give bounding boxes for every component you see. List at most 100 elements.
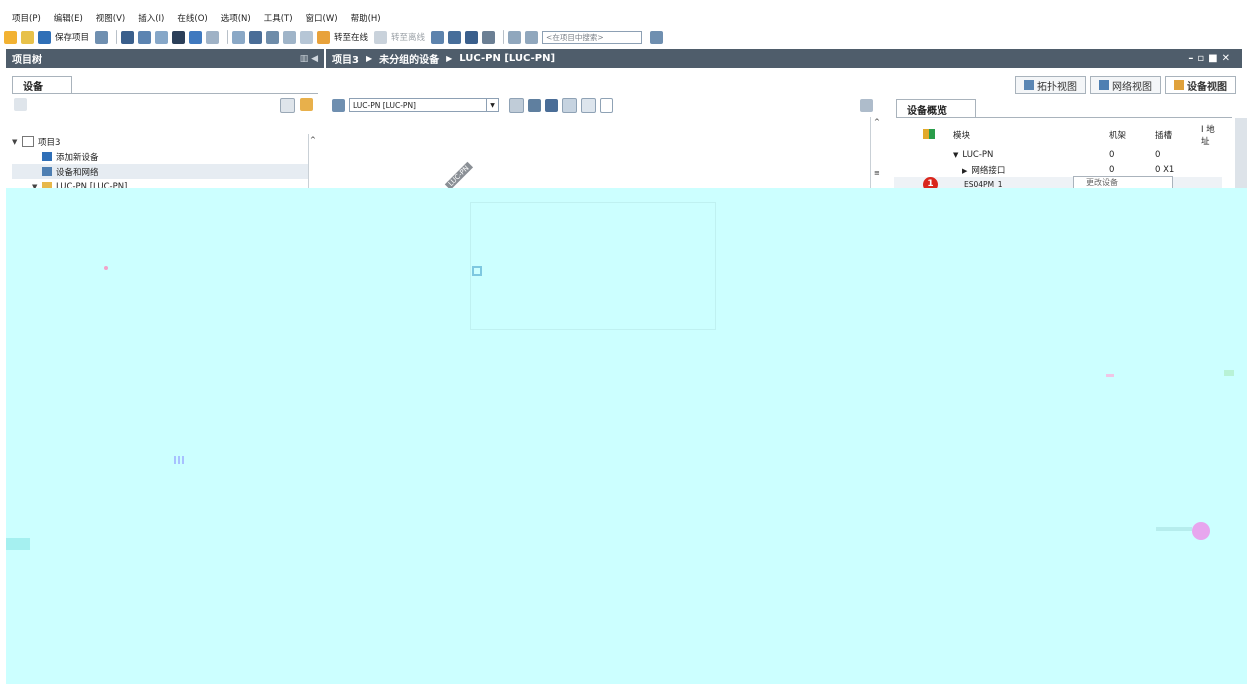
menu-tools[interactable]: 工具(T) <box>264 12 293 24</box>
corrupted-overlay <box>6 188 1247 684</box>
save-icon[interactable] <box>38 30 51 44</box>
side-task-tab[interactable] <box>1235 118 1247 188</box>
accessible-devices-icon[interactable] <box>431 30 445 44</box>
rack-cell: 0 <box>1109 164 1115 175</box>
scroll-up-icon[interactable]: ^ <box>310 136 316 144</box>
tab-device-view[interactable]: 设备视图 <box>1165 76 1236 94</box>
open-project-icon[interactable] <box>21 30 34 44</box>
canvas-device-label[interactable]: LUC-PN <box>444 162 473 190</box>
menu-online[interactable]: 在线(O) <box>177 12 207 24</box>
col-module[interactable]: 模块 <box>950 123 1106 147</box>
table-row[interactable]: ▼ LUC-PN 0 0 <box>894 147 1222 162</box>
tab-device-overview[interactable]: 设备概览 <box>896 99 976 118</box>
tree-scrollbar[interactable]: ^ <box>308 134 319 188</box>
search-icon[interactable] <box>650 30 664 44</box>
page-break-icon[interactable] <box>545 98 558 112</box>
redo-icon[interactable] <box>206 30 220 44</box>
chevron-down-icon[interactable]: ▼ <box>486 99 498 111</box>
header-icon-cell <box>920 123 950 147</box>
expand-arrow-icon[interactable]: ▶ <box>962 167 967 175</box>
new-folder-icon[interactable] <box>14 98 27 111</box>
address-cell <box>1198 147 1222 162</box>
menu-options[interactable]: 选项(N) <box>221 12 251 24</box>
print-icon[interactable] <box>95 30 109 44</box>
cross-reference-icon[interactable] <box>448 30 462 44</box>
show-labels-icon[interactable] <box>528 98 541 112</box>
menu-edit[interactable]: 编辑(E) <box>54 12 83 24</box>
undo-icon[interactable] <box>189 30 203 44</box>
breadcrumb-project[interactable]: 项目3 <box>332 51 359 66</box>
tab-topology-view[interactable]: 拓扑视图 <box>1015 76 1086 94</box>
device-select-value: LUC-PN [LUC-PN] <box>353 100 416 110</box>
copy-icon[interactable] <box>138 30 152 44</box>
tree-item-label: 设备和网络 <box>56 167 99 178</box>
upload-icon[interactable] <box>266 30 280 44</box>
list-view-icon[interactable] <box>280 98 295 113</box>
window-controls[interactable]: –▫■✕ <box>1188 53 1234 64</box>
editor-toolbar: LUC-PN [LUC-PN] ▼ <box>332 96 880 114</box>
tab-label: 拓扑视图 <box>1037 81 1077 93</box>
tree-item-add-device[interactable]: 添加新设备 <box>12 149 308 164</box>
go-offline-icon[interactable] <box>374 30 388 44</box>
col-i-address[interactable]: I 地址 <box>1198 123 1222 147</box>
overview-toggle-icon[interactable] <box>860 99 873 112</box>
split-vertical-icon[interactable] <box>525 30 539 44</box>
menu-project[interactable]: 项目(P) <box>12 12 41 24</box>
tab-network-view[interactable]: 网络视图 <box>1090 76 1161 94</box>
toolbar-divider <box>227 30 229 44</box>
table-icon[interactable] <box>581 97 596 113</box>
scroll-handle-icon[interactable]: ≡ <box>874 169 880 177</box>
menu-view[interactable]: 视图(V) <box>96 12 125 24</box>
table-row[interactable]: ▶ 网络接口 0 0 X1 <box>894 162 1222 177</box>
scroll-up-icon[interactable]: ^ <box>874 118 880 126</box>
rack-cell: 0 <box>1109 149 1115 160</box>
go-online-button[interactable]: 转至在线 <box>334 31 368 43</box>
breadcrumb-group[interactable]: 未分组的设备 <box>379 51 439 66</box>
close-icon[interactable] <box>482 30 496 44</box>
collapse-pane-icon[interactable]: ▥ ◀ <box>300 54 318 64</box>
slot-cell: 0 X1 <box>1155 164 1175 175</box>
tree-item-project[interactable]: ▼ 项目3 <box>12 134 308 149</box>
device-list-icon[interactable] <box>332 98 345 112</box>
module-cell: ▶ 网络接口 <box>962 165 1006 176</box>
canvas-scrollbar[interactable]: ^ ≡ <box>870 117 883 189</box>
zoom-icon[interactable] <box>600 97 613 113</box>
tab-devices[interactable]: 设备 <box>12 76 72 94</box>
tree-item-devices-networks[interactable]: 设备和网络 <box>12 164 308 179</box>
toolbar-divider <box>503 30 505 44</box>
go-online-icon[interactable] <box>317 30 331 44</box>
diagnostics-icon[interactable] <box>465 30 479 44</box>
col-slot[interactable]: 插槽 <box>1152 123 1198 147</box>
menu-help[interactable]: 帮助(H) <box>351 12 381 24</box>
project-icon <box>22 136 34 147</box>
delete-icon[interactable] <box>172 30 186 44</box>
compile-icon[interactable] <box>232 30 246 44</box>
save-project-button[interactable]: 保存项目 <box>55 31 89 43</box>
new-project-icon[interactable] <box>4 30 17 44</box>
menu-window[interactable]: 窗口(W) <box>306 12 338 24</box>
menu-insert[interactable]: 插入(I) <box>138 12 164 24</box>
header-filter-cell <box>894 123 920 147</box>
breadcrumb-arrow-icon: ▶ <box>446 54 453 63</box>
download-all-icon[interactable] <box>300 30 314 44</box>
tree-item-label: 添加新设备 <box>56 152 99 163</box>
device-select[interactable]: LUC-PN [LUC-PN] ▼ <box>349 98 499 112</box>
device-properties-icon[interactable] <box>509 97 524 113</box>
download-icon[interactable] <box>249 30 263 44</box>
slot-cell: 0 <box>1155 149 1161 160</box>
col-rack[interactable]: 机架 <box>1106 123 1152 147</box>
filter-icon[interactable] <box>923 128 935 139</box>
split-horizontal-icon[interactable] <box>508 30 522 44</box>
simulate-icon[interactable] <box>283 30 297 44</box>
tree-item-label: 项目3 <box>38 137 61 148</box>
breadcrumb-device[interactable]: LUC-PN [LUC-PN] <box>459 53 555 64</box>
cut-icon[interactable] <box>121 30 135 44</box>
expand-arrow-icon[interactable]: ▼ <box>953 151 958 159</box>
search-input[interactable]: <在项目中搜索> <box>542 30 643 44</box>
paste-icon[interactable] <box>155 30 169 44</box>
go-offline-button[interactable]: 转至离线 <box>391 31 425 43</box>
module-cell: ▼ LUC-PN <box>953 149 994 160</box>
expand-arrow-icon[interactable]: ▼ <box>12 138 22 146</box>
add-icon[interactable] <box>300 98 313 111</box>
grid-icon[interactable] <box>562 97 577 113</box>
